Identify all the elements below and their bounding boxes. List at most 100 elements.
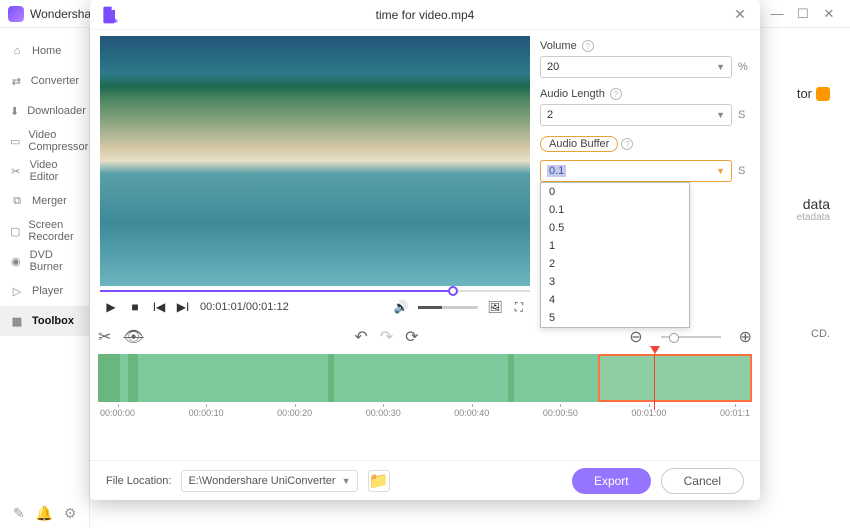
dropdown-option[interactable]: 1 bbox=[541, 237, 689, 255]
sidebar-item-label: Merger bbox=[32, 195, 67, 207]
zoom-slider[interactable] bbox=[661, 336, 721, 338]
modal-close-button[interactable]: ✕ bbox=[730, 6, 750, 23]
sidebar-item-screen-recorder[interactable]: ▢ Screen Recorder bbox=[0, 216, 89, 246]
video-preview[interactable] bbox=[100, 36, 530, 286]
sidebar-item-toolbox[interactable]: ▦ Toolbox bbox=[0, 306, 89, 336]
timeline-selection[interactable] bbox=[598, 354, 752, 402]
ruler-tick: 00:00:30 bbox=[366, 408, 401, 418]
dollar-badge bbox=[816, 87, 830, 101]
sidebar-item-converter[interactable]: ⇄ Converter bbox=[0, 66, 89, 96]
ruler-tick: 00:00:00 bbox=[100, 408, 135, 418]
eye-closed-icon[interactable]: 👁 bbox=[123, 327, 143, 347]
window-close-button[interactable]: ✕ bbox=[816, 4, 842, 24]
screen-icon: ▢ bbox=[10, 224, 20, 238]
dropdown-option[interactable]: 2 bbox=[541, 255, 689, 273]
sidebar-item-video-editor[interactable]: ✂Video Editor bbox=[0, 156, 89, 186]
timeline-playhead[interactable] bbox=[650, 346, 660, 410]
prev-frame-button[interactable]: I◀ bbox=[152, 300, 166, 314]
window-maximize-button[interactable]: ☐ bbox=[790, 4, 816, 24]
sidebar-item-label: Screen Recorder bbox=[28, 219, 79, 243]
timeline-ruler: 00:00:00 00:00:10 00:00:20 00:00:30 00:0… bbox=[98, 408, 752, 418]
redo-icon[interactable]: ↷ bbox=[380, 327, 393, 347]
help-icon[interactable]: ? bbox=[582, 40, 594, 52]
audio-buffer-select[interactable]: 0.1▼ bbox=[540, 160, 732, 182]
sidebar: ⌂Home ⇄ Converter ⬇ Downloader ▭ Video Comp… bbox=[0, 28, 90, 528]
sidebar-item-label: Toolbox bbox=[32, 315, 74, 327]
app-logo bbox=[8, 6, 24, 22]
dropdown-option[interactable]: 4 bbox=[541, 291, 689, 309]
compress-icon: ▭ bbox=[10, 134, 20, 148]
volume-icon[interactable]: 🔊 bbox=[394, 300, 408, 314]
volume-slider[interactable] bbox=[418, 306, 478, 309]
audio-length-select[interactable]: 2▼ bbox=[540, 104, 732, 126]
audio-buffer-dropdown: 0 0.1 0.5 1 2 3 4 5 bbox=[540, 182, 690, 328]
help-icon[interactable]: ? bbox=[621, 138, 633, 150]
export-button[interactable]: Export bbox=[572, 468, 651, 494]
video-progress[interactable] bbox=[100, 288, 530, 294]
dropdown-option[interactable]: 0.5 bbox=[541, 219, 689, 237]
add-file-icon[interactable]: + bbox=[100, 5, 120, 25]
notification-icon[interactable]: 🔔 bbox=[35, 504, 53, 522]
background-text-data: dataetadata bbox=[797, 196, 830, 223]
modal-footer: File Location: E:\Wondershare UniConvert… bbox=[90, 460, 760, 500]
dropdown-option[interactable]: 0.1 bbox=[541, 201, 689, 219]
sidebar-item-downloader[interactable]: ⬇ Downloader bbox=[0, 96, 89, 126]
editor-modal: + time for video.mp4 ✕ ▶ ■ I◀ ▶I 00:01:0… bbox=[90, 0, 760, 500]
sidebar-item-label: Video Compressor bbox=[28, 129, 88, 153]
file-location-select[interactable]: E:\Wondershare UniConverter▼ bbox=[181, 470, 357, 492]
zoom-in-icon[interactable]: ⊕ bbox=[739, 327, 752, 347]
chevron-down-icon: ▼ bbox=[716, 166, 725, 176]
undo-icon[interactable]: ↶ bbox=[354, 327, 367, 347]
merge-icon: ⧉ bbox=[10, 194, 24, 208]
modal-header: + time for video.mp4 ✕ bbox=[90, 0, 760, 30]
audio-buffer-label: Audio Buffer bbox=[549, 138, 609, 150]
settings-icon[interactable]: ⚙ bbox=[61, 504, 79, 522]
download-icon: ⬇ bbox=[10, 104, 19, 118]
ruler-tick: 00:01:00 bbox=[631, 408, 666, 418]
fullscreen-icon[interactable]: ⛶ bbox=[512, 300, 526, 315]
settings-panel: Volume? 20▼ % Audio Length? 2▼ S Audio B… bbox=[540, 36, 750, 320]
sidebar-item-label: Downloader bbox=[27, 105, 86, 117]
ruler-tick: 00:00:50 bbox=[543, 408, 578, 418]
audio-length-unit: S bbox=[738, 109, 750, 121]
cancel-button[interactable]: Cancel bbox=[661, 468, 744, 494]
svg-text:+: + bbox=[113, 15, 118, 25]
modal-title: time for video.mp4 bbox=[120, 8, 730, 22]
sidebar-item-label: Home bbox=[32, 45, 61, 57]
dropdown-option[interactable]: 5 bbox=[541, 309, 689, 327]
ruler-tick: 00:00:40 bbox=[454, 408, 489, 418]
sidebar-item-home[interactable]: ⌂Home bbox=[0, 36, 89, 66]
sidebar-item-merger[interactable]: ⧉ Merger bbox=[0, 186, 89, 216]
chevron-down-icon: ▼ bbox=[342, 476, 351, 486]
play-button[interactable]: ▶ bbox=[104, 300, 118, 314]
sidebar-item-video-compressor[interactable]: ▭ Video Compressor bbox=[0, 126, 89, 156]
cut-icon[interactable]: ✂ bbox=[98, 327, 111, 347]
time-display: 00:01:01/00:01:12 bbox=[200, 301, 289, 313]
ruler-tick: 00:00:20 bbox=[277, 408, 312, 418]
help-icon[interactable]: ? bbox=[610, 88, 622, 100]
dropdown-option[interactable]: 3 bbox=[541, 273, 689, 291]
convert-icon: ⇄ bbox=[10, 74, 23, 88]
zoom-out-icon[interactable]: ⊖ bbox=[629, 327, 642, 347]
sidebar-item-label: Player bbox=[32, 285, 63, 297]
playback-controls: ▶ ■ I◀ ▶I 00:01:01/00:01:12 🔊 🖼 ⛶ bbox=[100, 294, 530, 320]
sidebar-item-player[interactable]: ▷Player bbox=[0, 276, 89, 306]
sidebar-item-label: Converter bbox=[31, 75, 79, 87]
next-frame-button[interactable]: ▶I bbox=[176, 300, 190, 314]
refresh-icon[interactable]: ⟳ bbox=[405, 327, 418, 347]
window-minimize-button[interactable]: — bbox=[764, 4, 790, 24]
volume-unit: % bbox=[738, 61, 750, 73]
snapshot-icon[interactable]: 🖼 bbox=[488, 300, 502, 314]
audio-length-label: Audio Length bbox=[540, 88, 605, 100]
sidebar-item-label: DVD Burner bbox=[30, 249, 79, 273]
ruler-tick: 00:00:10 bbox=[189, 408, 224, 418]
stop-button[interactable]: ■ bbox=[128, 300, 142, 314]
dropdown-option[interactable]: 0 bbox=[541, 183, 689, 201]
open-folder-button[interactable]: 📁 bbox=[368, 470, 390, 492]
volume-select[interactable]: 20▼ bbox=[540, 56, 732, 78]
sidebar-item-dvd-burner[interactable]: ◉DVD Burner bbox=[0, 246, 89, 276]
background-text-cd: CD. bbox=[811, 328, 830, 340]
toolbox-icon: ▦ bbox=[10, 314, 24, 328]
feedback-icon[interactable]: ✎ bbox=[10, 504, 28, 522]
timeline: 00:00:00 00:00:10 00:00:20 00:00:30 00:0… bbox=[98, 354, 752, 418]
